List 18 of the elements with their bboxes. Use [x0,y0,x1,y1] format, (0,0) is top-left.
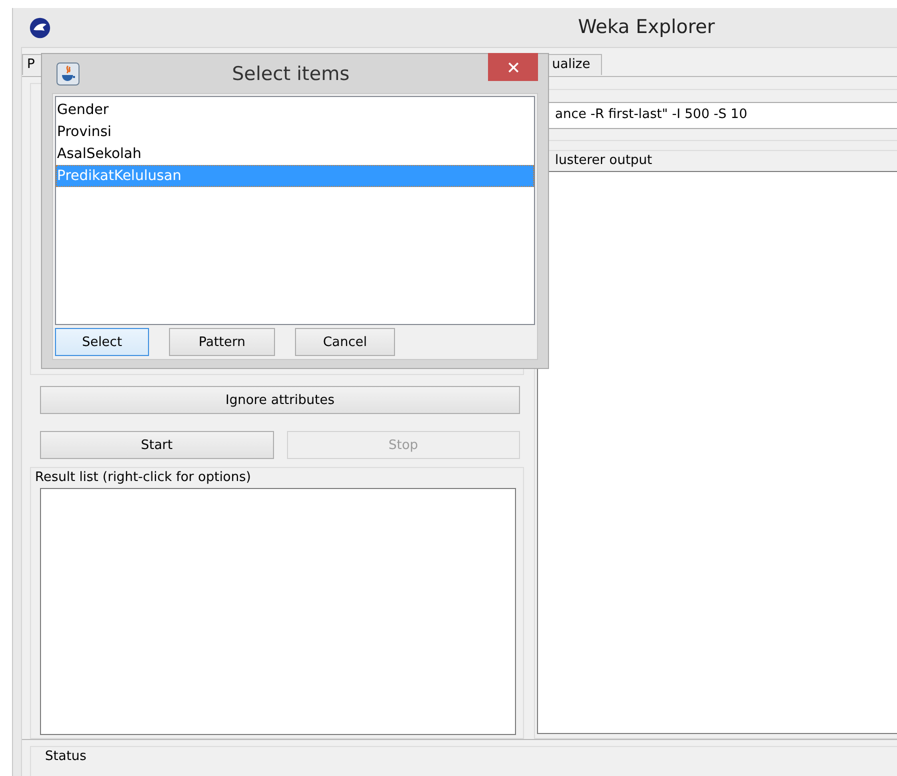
button[interactable]: Select [55,328,149,356]
dialog-title: Select items [232,63,350,85]
button[interactable]: Ignore attributes [40,386,520,414]
group-title: Status [44,748,88,766]
button[interactable]: Cancel [295,328,395,356]
group-title: Result list (right-click for options) [35,469,252,487]
bird-logo-icon [29,16,51,38]
list-item[interactable]: Gender [56,99,534,121]
list-item[interactable]: Provinsi [56,121,534,143]
cup-icon [56,62,80,86]
close-button[interactable] [488,53,538,81]
group-title: lusterer output [554,152,654,170]
button: Stop [286,431,520,459]
button[interactable]: Pattern [169,328,275,356]
list-item[interactable]: AsalSekolah [56,143,534,165]
button[interactable]: Start [40,431,274,459]
close-icon [508,62,518,72]
window-title: Weka Explorer [578,16,715,38]
